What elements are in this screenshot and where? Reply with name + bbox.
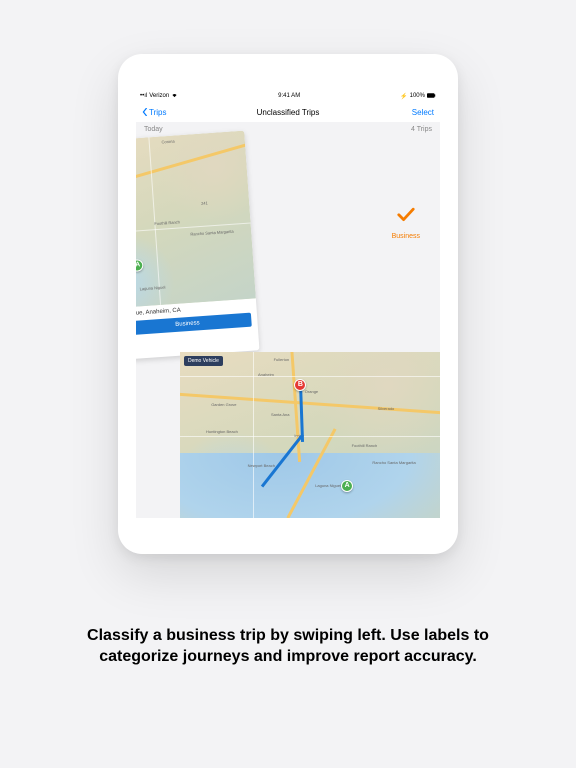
map-pin-a: A bbox=[341, 480, 353, 492]
battery-label: 100% bbox=[410, 93, 425, 99]
map-label: Laguna Niguel bbox=[140, 284, 166, 291]
trip-card-swiping[interactable]: Corona Irvine Foothill Ranch Rancho Sant… bbox=[136, 131, 259, 362]
back-button[interactable]: Trips bbox=[142, 108, 166, 117]
status-bar: ••ıl Verizon 9:41 AM ⚡ 100% bbox=[136, 90, 440, 102]
back-label: Trips bbox=[149, 108, 166, 117]
map-label: Foothill Ranch bbox=[154, 219, 180, 226]
signal-icon: ••ıl bbox=[140, 93, 147, 99]
section-count: 4 Trips bbox=[411, 126, 432, 133]
battery-icon bbox=[427, 93, 436, 100]
trip-card-next[interactable]: Demo Vehicle Fullerton Anaheim Orange Ga… bbox=[180, 352, 440, 518]
select-button[interactable]: Select bbox=[412, 108, 434, 117]
map-label: Orange bbox=[305, 389, 318, 394]
section-date: Today bbox=[144, 126, 163, 133]
map-label: Corona bbox=[161, 139, 174, 145]
map-label: Laguna Niguel bbox=[315, 483, 341, 488]
nav-bar: Trips Unclassified Trips Select bbox=[136, 102, 440, 122]
status-right: ⚡ 100% bbox=[400, 93, 436, 100]
carrier-label: Verizon bbox=[149, 93, 169, 99]
map-label: Fullerton bbox=[274, 357, 290, 362]
map-label: Newport Beach bbox=[248, 463, 275, 468]
map-label: Garden Grove bbox=[211, 402, 236, 407]
status-left: ••ıl Verizon bbox=[140, 92, 178, 100]
map-label: Silverado bbox=[378, 406, 395, 411]
ipad-frame: ••ıl Verizon 9:41 AM ⚡ 100% Trips Unclas… bbox=[118, 54, 458, 554]
map-pin-a: A bbox=[136, 259, 144, 272]
map-label: Huntington Beach bbox=[206, 429, 238, 434]
page-title: Unclassified Trips bbox=[136, 108, 440, 117]
map-label: Santa Ana bbox=[271, 412, 289, 417]
bluetooth-icon: ⚡ bbox=[400, 93, 407, 100]
wifi-icon bbox=[171, 92, 178, 100]
map-label: 241 bbox=[201, 201, 208, 206]
marketing-caption: Classify a business trip by swiping left… bbox=[0, 625, 576, 668]
vehicle-badge: Demo Vehicle bbox=[184, 356, 223, 366]
checkmark-icon bbox=[396, 206, 416, 222]
map-label: Rancho Santa Margarita bbox=[190, 229, 234, 237]
status-time: 9:41 AM bbox=[278, 93, 300, 99]
content-area[interactable]: Corona Irvine Foothill Ranch Rancho Sant… bbox=[136, 136, 440, 518]
trip-map: Corona Irvine Foothill Ranch Rancho Sant… bbox=[136, 131, 256, 310]
map-label: Foothill Ranch bbox=[352, 443, 378, 448]
app-screen: ••ıl Verizon 9:41 AM ⚡ 100% Trips Unclas… bbox=[136, 90, 440, 518]
map-label: Anaheim bbox=[258, 372, 274, 377]
swipe-action-business[interactable]: Business bbox=[392, 206, 420, 240]
map-label: Rancho Santa Margarita bbox=[372, 460, 415, 465]
swipe-action-label: Business bbox=[392, 233, 420, 240]
section-header: Today 4 Trips bbox=[136, 122, 440, 136]
